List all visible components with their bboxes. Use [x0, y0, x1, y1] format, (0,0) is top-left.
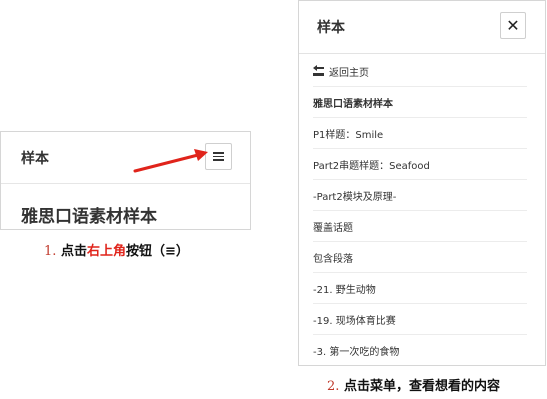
- menu-item-label: 覆盖话题: [313, 222, 353, 234]
- menu-item-part2-sample[interactable]: Part2串题样题：Seafood: [313, 149, 527, 180]
- step-2-text: 点击菜单，查看想看的内容: [343, 379, 500, 394]
- step-2-number: 2.: [327, 379, 340, 394]
- menu-item-label: -19. 现场体育比赛: [313, 315, 396, 327]
- hamburger-menu-icon: [213, 152, 224, 161]
- mock-header: 样本: [1, 132, 250, 184]
- menu-item-label: Part2串题样题：Seafood: [313, 160, 430, 172]
- menu-item-label: 雅思口语素材样本: [313, 98, 393, 110]
- menu-item-home[interactable]: 返回主页: [313, 56, 527, 87]
- step-1-prefix: 点击: [60, 244, 87, 259]
- mock-brand: 样本: [21, 151, 49, 167]
- step-1-highlight: 右上角: [86, 244, 126, 259]
- menu-item-part2-modules[interactable]: -Part2模块及原理-: [313, 180, 527, 211]
- menu-item-first-food[interactable]: -3. 第一次吃的食物: [313, 335, 527, 365]
- mock-page-preview: 样本 雅思口语素材样本: [0, 131, 251, 230]
- panel-header: 样本 ✕: [299, 1, 545, 54]
- step-2-caption: 2. 点击菜单，查看想看的内容: [327, 375, 500, 394]
- panel-brand: 样本: [317, 20, 345, 36]
- menu-item-wild-animals[interactable]: -21. 野生动物: [313, 273, 527, 304]
- menu-item-label: 返回主页: [329, 67, 369, 79]
- mock-page-title: 雅思口语素材样本: [21, 207, 157, 227]
- step-1-number: 1.: [44, 244, 57, 259]
- step-1-suffix: 按钮（≡）: [125, 244, 189, 259]
- menu-item-paragraphs[interactable]: 包含段落: [313, 242, 527, 273]
- step-1-caption: 1. 点击右上角按钮（≡）: [44, 240, 189, 259]
- close-button[interactable]: ✕: [500, 12, 526, 39]
- menu-item-label: P1样题：Smile: [313, 129, 384, 141]
- menu-item-label: -3. 第一次吃的食物: [313, 346, 400, 358]
- menu-list: 返回主页 雅思口语素材样本 P1样题：Smile Part2串题样题：Seafo…: [299, 56, 545, 365]
- back-icon: [313, 65, 324, 77]
- pointer-arrow-icon: [133, 149, 208, 173]
- menu-item-live-sports[interactable]: -19. 现场体育比赛: [313, 304, 527, 335]
- close-icon: ✕: [506, 15, 520, 35]
- menu-panel: 样本 ✕ 返回主页 雅思口语素材样本 P1样题：Smile Part2串题样题：…: [298, 0, 546, 366]
- menu-item-label: -Part2模块及原理-: [313, 191, 397, 203]
- menu-item-topics[interactable]: 覆盖话题: [313, 211, 527, 242]
- menu-item-sample-title[interactable]: 雅思口语素材样本: [313, 87, 527, 118]
- menu-item-p1-sample[interactable]: P1样题：Smile: [313, 118, 527, 149]
- menu-item-label: 包含段落: [313, 253, 353, 265]
- menu-item-label: -21. 野生动物: [313, 284, 376, 296]
